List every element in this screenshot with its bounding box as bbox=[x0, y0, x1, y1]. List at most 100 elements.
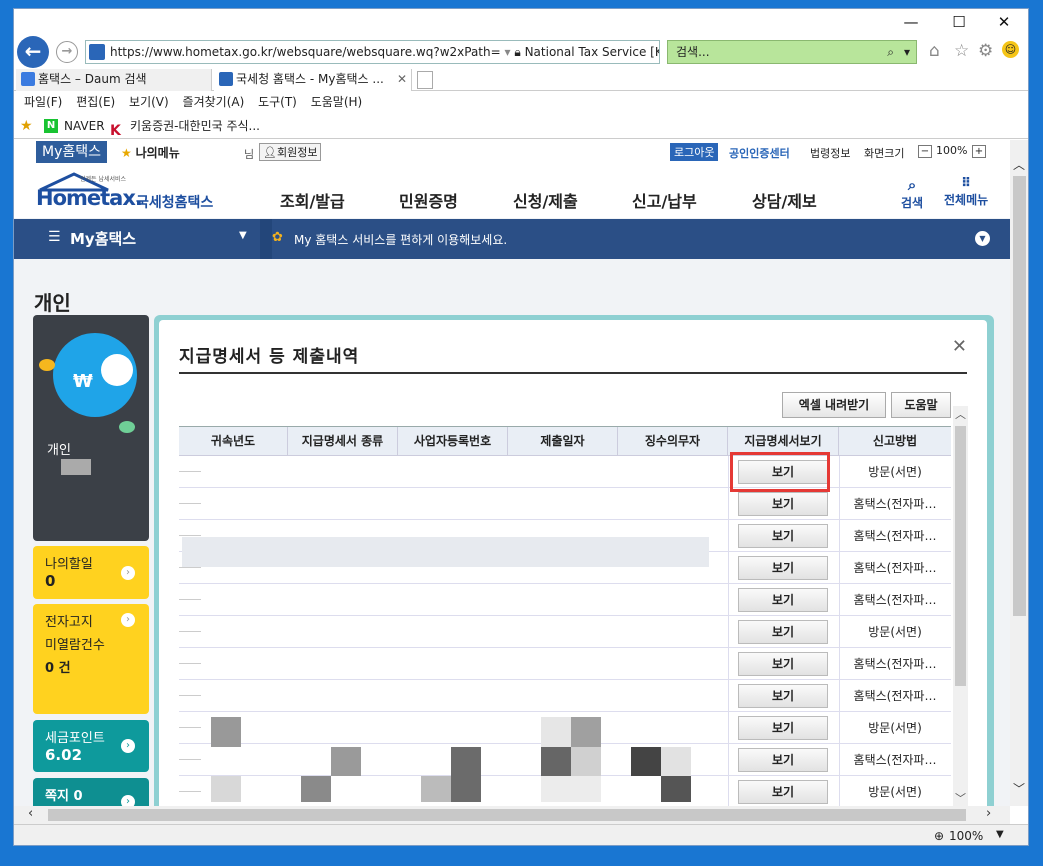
my-hometax-tab[interactable]: My홈택스 bbox=[36, 141, 108, 163]
page-horizontal-thumb[interactable] bbox=[48, 809, 966, 821]
tab-hometax[interactable]: 국세청 홈택스 - My홈택스 ... ✕ bbox=[214, 69, 412, 91]
view-button[interactable]: 보기 bbox=[738, 652, 828, 676]
star-icon[interactable]: ☆ bbox=[954, 41, 969, 61]
page-title: 개인 bbox=[34, 291, 71, 315]
row-year-dash bbox=[179, 631, 201, 632]
menu-favorites[interactable]: 즐겨찾기(A) bbox=[183, 95, 245, 109]
bluebar-title[interactable]: My홈택스 bbox=[70, 228, 136, 249]
modal-title: 지급명세서 등 제출내역 bbox=[179, 347, 360, 367]
home-icon[interactable]: ⌂ bbox=[929, 41, 940, 61]
page-scroll-thumb[interactable] bbox=[1013, 176, 1026, 616]
page-vertical-scrollbar[interactable]: ︿ ﹀ bbox=[1010, 140, 1028, 806]
minimize-button[interactable]: — bbox=[896, 13, 926, 31]
menu-edit[interactable]: 편집(E) bbox=[76, 95, 115, 109]
view-button[interactable]: 보기 bbox=[738, 780, 828, 804]
search-icon[interactable]: ⌕ bbox=[887, 41, 894, 63]
e-notice-arrow-icon: › bbox=[121, 613, 135, 627]
hometax-logo[interactable]: 언제든 납세서비스 Hometax. 국세청홈택스 bbox=[32, 172, 222, 212]
hamburger-icon[interactable]: ☰ bbox=[48, 229, 61, 245]
cert-center-link[interactable]: 공인인증센터 bbox=[729, 145, 790, 161]
dropdown-icon[interactable]: ▾ bbox=[505, 45, 511, 59]
table-scroll-thumb[interactable] bbox=[955, 426, 966, 686]
note-card[interactable]: 쪽지 0 › bbox=[33, 778, 149, 806]
help-button[interactable]: 도움말 bbox=[891, 392, 951, 418]
grid-icon: ⠿ bbox=[961, 176, 972, 191]
zoom-in-button[interactable]: + bbox=[972, 145, 986, 158]
masked-cell bbox=[541, 747, 571, 776]
col-type: 지급명세서 종류 bbox=[288, 427, 398, 455]
favorite-naver[interactable]: NAVER bbox=[64, 113, 105, 139]
row-year-dash bbox=[179, 663, 201, 664]
masked-cell bbox=[301, 776, 331, 802]
table-scroll-up-icon[interactable]: ︿ bbox=[955, 406, 966, 422]
view-button[interactable]: 보기 bbox=[738, 684, 828, 708]
tab-daum[interactable]: 홈택스 – Daum 검색 bbox=[16, 69, 212, 91]
menu-tools[interactable]: 도구(T) bbox=[258, 95, 297, 109]
smiley-icon[interactable]: ☺ bbox=[1002, 41, 1019, 58]
page-scroll-down-icon[interactable]: ﹀ bbox=[1013, 780, 1025, 797]
todo-card[interactable]: 나의할일 0 › bbox=[33, 546, 149, 599]
all-menu-button[interactable]: ⠿ 전체메뉴 bbox=[944, 176, 988, 208]
view-button[interactable]: 보기 bbox=[738, 588, 828, 612]
header-search-icon: ⌕ bbox=[907, 176, 917, 194]
col-divider bbox=[728, 584, 729, 616]
nav-certificate[interactable]: 민원증명 bbox=[399, 188, 458, 212]
new-tab-button[interactable] bbox=[417, 71, 433, 89]
view-button[interactable]: 보기 bbox=[738, 748, 828, 772]
zoom-dropdown-icon[interactable]: ▼ bbox=[996, 829, 1004, 840]
my-hometax-bar: ☰ My홈택스 ▼ ✿ My 홈택스 서비스를 편하게 이용해보세요. ▼ bbox=[14, 219, 1010, 259]
member-info-button[interactable]: 👤︎회원정보 bbox=[259, 143, 322, 161]
nav-apply[interactable]: 신청/제출 bbox=[513, 188, 578, 212]
e-notice-card[interactable]: 전자고지 미열람건수 0 건 › bbox=[33, 604, 149, 714]
back-icon[interactable]: ← bbox=[17, 36, 49, 68]
view-button[interactable]: 보기 bbox=[738, 524, 828, 548]
page-horizontal-scrollbar[interactable]: ‹ › bbox=[14, 806, 1010, 824]
page-scroll-right-icon[interactable]: › bbox=[986, 806, 991, 821]
tax-points-card[interactable]: 세금포인트 6.02 › bbox=[33, 720, 149, 772]
title-divider bbox=[179, 372, 967, 374]
col-year: 귀속년도 bbox=[179, 427, 288, 455]
close-tab-icon[interactable]: ✕ bbox=[397, 69, 407, 89]
excel-download-button[interactable]: 엑셀 내려받기 bbox=[782, 392, 886, 418]
nav-report[interactable]: 신고/납부 bbox=[632, 188, 697, 212]
menu-view[interactable]: 보기(V) bbox=[129, 95, 169, 109]
my-menu-link[interactable]: ★ 나의메뉴 bbox=[121, 144, 180, 161]
nav-consult[interactable]: 상담/제보 bbox=[752, 188, 817, 212]
zoom-status[interactable]: 100% bbox=[949, 829, 983, 843]
search-dropdown-icon[interactable]: ▾ bbox=[904, 41, 910, 63]
law-info-link[interactable]: 법령정보 bbox=[810, 145, 850, 161]
view-button[interactable]: 보기 bbox=[738, 716, 828, 740]
zoom-level: 100% bbox=[936, 144, 968, 157]
masked-cell bbox=[451, 747, 481, 802]
page-scroll-up-icon[interactable]: ︿ bbox=[1013, 156, 1025, 173]
nav-lookup[interactable]: 조회/발급 bbox=[280, 188, 345, 212]
submission-history-modal: 지급명세서 등 제출내역 ✕ 엑셀 내려받기 도움말 귀속년도 지급명세서 종류… bbox=[154, 315, 994, 806]
gear-icon[interactable]: ⚙ bbox=[978, 41, 993, 61]
forward-icon[interactable]: → bbox=[56, 41, 78, 63]
maximize-button[interactable]: ☐ bbox=[944, 13, 974, 31]
table-scrollbar[interactable]: ︿ ﹀ bbox=[953, 406, 968, 806]
masked-cell bbox=[421, 776, 451, 802]
search-input[interactable]: 검색... ⌕ ▾ bbox=[667, 40, 917, 64]
close-window-button[interactable]: ✕ bbox=[989, 13, 1019, 31]
address-bar[interactable]: https://www.hometax.go.kr/websquare/webs… bbox=[85, 40, 660, 64]
logout-button[interactable]: 로그아웃 bbox=[670, 143, 719, 161]
zoom-out-button[interactable]: − bbox=[918, 145, 932, 158]
bluebar-expand-icon[interactable]: ▼ bbox=[975, 231, 990, 246]
favorite-kiwoom[interactable]: 키움증권-대한민국 주식... bbox=[130, 113, 260, 139]
page-scroll-left-icon[interactable]: ‹ bbox=[28, 806, 33, 821]
masked-cell bbox=[541, 776, 601, 802]
col-divider bbox=[728, 648, 729, 680]
modal-close-icon[interactable]: ✕ bbox=[952, 336, 967, 357]
menu-help[interactable]: 도움말(H) bbox=[311, 95, 363, 109]
bluebar-dropdown-icon[interactable]: ▼ bbox=[239, 230, 247, 241]
site-identity[interactable]: National Tax Service [KR] bbox=[525, 45, 659, 59]
view-button[interactable]: 보기 bbox=[738, 492, 828, 516]
view-button[interactable]: 보기 bbox=[738, 556, 828, 580]
header-search-button[interactable]: ⌕ 검색 bbox=[901, 176, 923, 211]
favorites-star-icon: ★ bbox=[20, 118, 33, 134]
view-button[interactable]: 보기 bbox=[738, 620, 828, 644]
table-scroll-down-icon[interactable]: ﹀ bbox=[955, 790, 966, 806]
menu-file[interactable]: 파일(F) bbox=[24, 95, 62, 109]
row-year-dash bbox=[179, 471, 201, 472]
